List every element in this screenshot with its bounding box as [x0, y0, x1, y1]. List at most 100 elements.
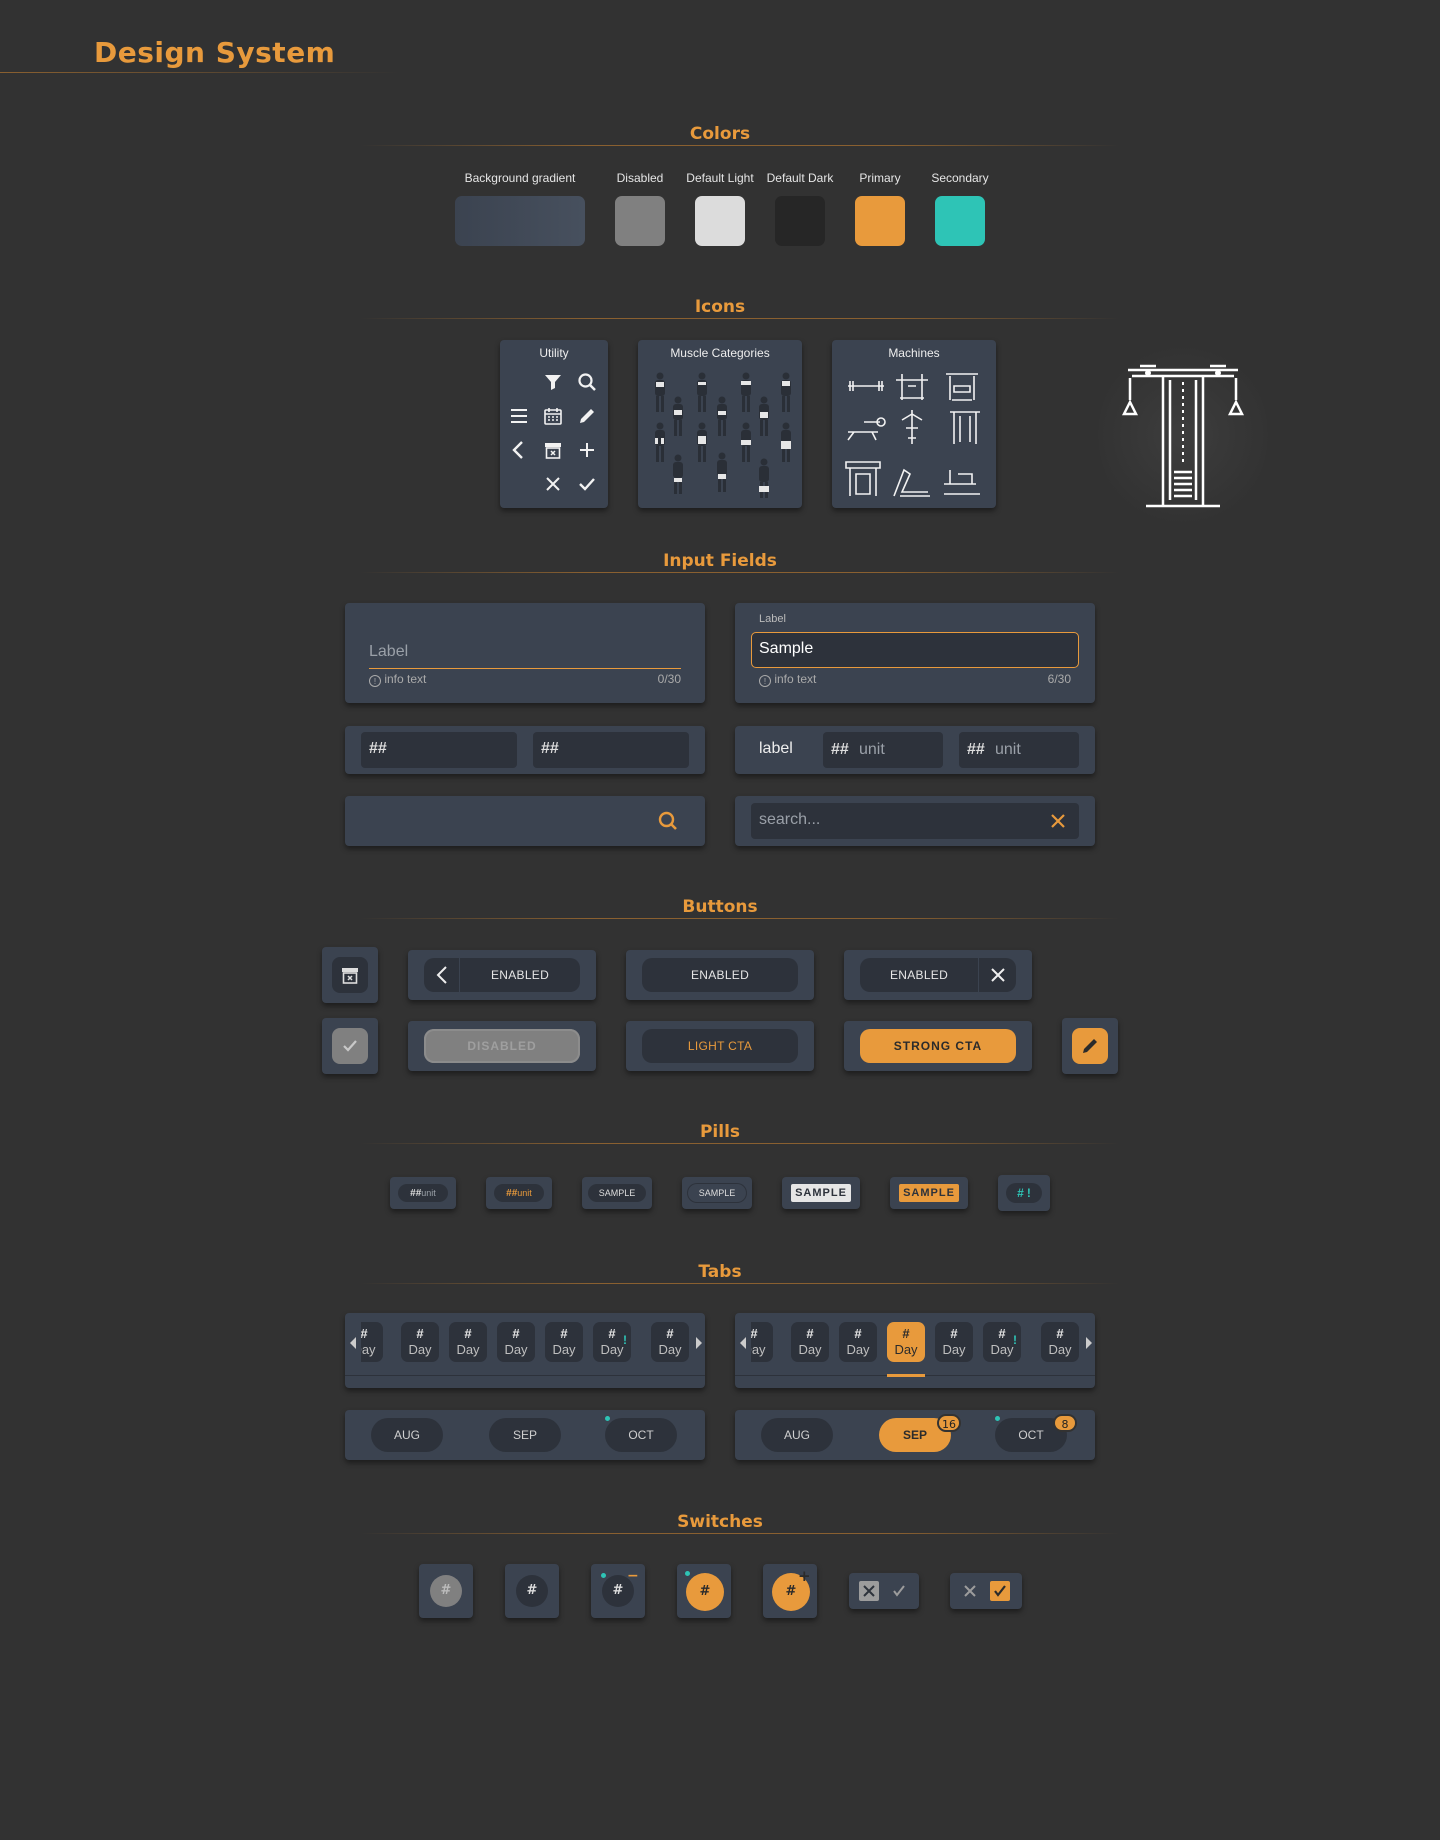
page-title: Design System	[94, 36, 336, 69]
swatch-default-dark	[775, 196, 825, 246]
panel-title-machines: Machines	[888, 346, 940, 360]
search-icon[interactable]	[657, 810, 679, 832]
muscle-figures-icon	[655, 372, 791, 498]
day-tab[interactable]: #Day	[1041, 1322, 1079, 1362]
back-button-card: ENABLED	[408, 950, 596, 1000]
caret-right-icon[interactable]	[695, 1335, 703, 1354]
check-disabled-button[interactable]	[332, 1028, 368, 1064]
light-cta-button-card: LIGHT CTA	[626, 1021, 814, 1071]
day-tab-number: #	[608, 1326, 616, 1341]
swatch-default-light	[695, 196, 745, 246]
section-divider	[360, 145, 1120, 146]
close-icon	[540, 474, 566, 498]
enabled-button[interactable]: ENABLED	[642, 958, 798, 992]
label-input-placeholder: Label	[369, 643, 409, 660]
switch-card: #	[505, 1564, 559, 1618]
day-tab[interactable]: #Day	[839, 1322, 877, 1362]
day-tab-selected[interactable]: # Day	[887, 1322, 925, 1362]
caret-right-icon[interactable]	[1085, 1335, 1093, 1354]
month-tab-sep[interactable]: SEP	[489, 1418, 561, 1452]
day-tab[interactable]: #Day	[791, 1322, 829, 1362]
unit-pill-value: ##	[410, 1188, 422, 1199]
archive-delete-button[interactable]	[332, 957, 368, 993]
sample-input[interactable]: Sample	[751, 632, 1079, 668]
alert-marker: !	[1013, 1333, 1017, 1347]
day-tab[interactable]: #Day	[545, 1322, 583, 1362]
info-text: ! info text	[759, 672, 816, 687]
day-tab[interactable]: #Day	[497, 1322, 535, 1362]
switch-on[interactable]: #	[686, 1573, 724, 1611]
section-title-switches: Switches	[677, 1512, 763, 1532]
day-tab[interactable]: #Day	[449, 1322, 487, 1362]
accept-toggle-option[interactable]	[990, 1581, 1010, 1601]
day-tab-number: #	[854, 1326, 862, 1341]
day-tab-alert[interactable]: # Day!	[983, 1322, 1021, 1362]
day-tab-label: Day	[798, 1342, 822, 1357]
day-tab-label: Day	[942, 1342, 966, 1357]
day-tab[interactable]: #Day	[935, 1322, 973, 1362]
reject-toggle-option[interactable]	[960, 1581, 980, 1601]
unit-input-b[interactable]: ## unit	[959, 732, 1079, 768]
tab-underline	[345, 1375, 705, 1376]
day-tab[interactable]: #Day	[651, 1322, 689, 1362]
field-label: Label	[759, 613, 786, 625]
day-tab-label: Day	[361, 1342, 376, 1357]
day-tab[interactable]: #Day	[401, 1322, 439, 1362]
unit-input-a[interactable]: ## unit	[823, 732, 943, 768]
section-title-icons: Icons	[694, 297, 746, 317]
section-title-colors: Colors	[689, 124, 751, 144]
month-tab-oct[interactable]: OCT	[605, 1418, 677, 1452]
swatch-label-background: Background gradient	[464, 171, 576, 185]
day-tab-number: #	[464, 1326, 472, 1341]
switch-off[interactable]: #	[516, 1575, 548, 1607]
day-tab-number: #	[902, 1326, 910, 1341]
back-enabled-label: ENABLED	[490, 968, 550, 982]
section-title-pills: Pills	[699, 1122, 741, 1142]
day-tab-alert[interactable]: # Day!	[593, 1322, 631, 1362]
day-tab[interactable]: #Day	[751, 1322, 773, 1362]
light-cta-button[interactable]: LIGHT CTA	[642, 1029, 798, 1063]
back-enabled-button[interactable]: ENABLED	[424, 958, 580, 992]
caret-left-icon[interactable]	[739, 1335, 747, 1354]
search-input[interactable]: search...	[751, 803, 1079, 839]
switch-disabled[interactable]: #	[430, 1575, 462, 1607]
notification-dot	[685, 1571, 690, 1576]
disabled-button[interactable]: DISABLED	[424, 1029, 580, 1063]
day-tab-number: #	[361, 1326, 368, 1341]
icon-panel-muscle-categories: Muscle Categories	[638, 340, 802, 508]
section-divider	[360, 572, 1120, 573]
pill-card: SAMPLE	[890, 1177, 968, 1209]
day-tab-number: #	[416, 1326, 424, 1341]
edit-button[interactable]	[1072, 1028, 1108, 1064]
accept-toggle-option[interactable]	[889, 1581, 909, 1601]
clear-search-icon[interactable]	[1049, 812, 1067, 830]
label-input[interactable]: Label	[369, 639, 681, 669]
check-button-card	[322, 1018, 378, 1074]
panel-title-utility: Utility	[539, 346, 569, 360]
unit-input-b-unit: unit	[995, 741, 1021, 758]
month-tab-aug[interactable]: AUG	[371, 1418, 443, 1452]
icon-panel-utility: Utility	[500, 340, 608, 508]
sample-pill: SAMPLE	[588, 1184, 646, 1202]
strong-cta-button[interactable]: STRONG CTA	[860, 1029, 1016, 1063]
check-icon	[574, 474, 600, 498]
panel-title-muscle-categories: Muscle Categories	[670, 346, 770, 360]
day-tab-label: Day	[894, 1342, 918, 1357]
month-tab-aug[interactable]: AUG	[761, 1418, 833, 1452]
enabled-close-button[interactable]: ENABLED	[860, 958, 1016, 992]
day-tab[interactable]: #Day	[361, 1322, 383, 1362]
swatch-background-gradient	[455, 196, 585, 246]
close-icon[interactable]	[978, 958, 1016, 992]
reject-toggle-option[interactable]	[859, 1581, 879, 1601]
swatch-label-primary: Primary	[859, 171, 901, 185]
number-input-b[interactable]: ##	[533, 732, 689, 768]
archive-delete-icon	[540, 440, 566, 464]
caret-left-icon[interactable]	[349, 1335, 357, 1354]
number-input-a[interactable]: ##	[361, 732, 517, 768]
page-title-divider	[0, 72, 400, 73]
swatch-disabled	[615, 196, 665, 246]
pencil-icon	[1083, 1039, 1097, 1053]
plus-icon	[574, 440, 600, 464]
enabled-close-label: ENABLED	[889, 968, 949, 982]
alert-pill-value: #	[1017, 1186, 1024, 1200]
